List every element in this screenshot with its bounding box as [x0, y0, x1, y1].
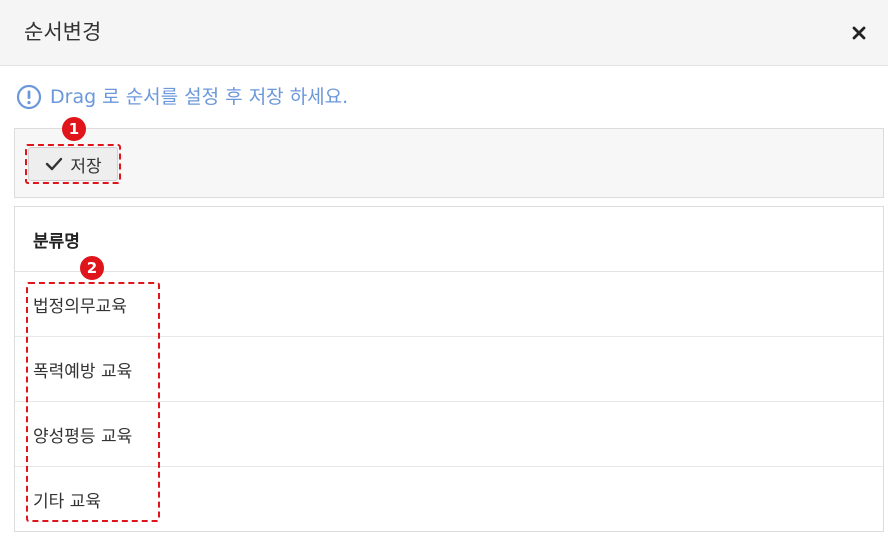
- step-marker-2: 2: [80, 256, 104, 280]
- category-name-cell: 폭력예방 교육: [33, 362, 133, 382]
- close-icon: [852, 26, 866, 40]
- grid-row[interactable]: 양성평등 교육: [15, 402, 883, 467]
- grid-row[interactable]: 폭력예방 교육: [15, 337, 883, 402]
- step-marker-1: 1: [62, 117, 86, 141]
- instruction-notice: Drag 로 순서를 설정 후 저장 하세요.: [16, 84, 348, 110]
- save-button-label: 저장: [70, 156, 102, 177]
- column-header-category-name: 분류명: [33, 232, 80, 252]
- instruction-text: Drag 로 순서를 설정 후 저장 하세요.: [50, 86, 349, 108]
- exclamation-circle-icon: [16, 84, 42, 110]
- save-button[interactable]: 저장: [28, 147, 118, 181]
- toolbar: [14, 128, 884, 198]
- order-change-dialog: 순서변경 Drag 로 순서를 설정 후 저장 하세요. 저장 1 분류명 법정…: [0, 0, 888, 536]
- category-name-cell: 기타 교육: [33, 492, 101, 512]
- close-button[interactable]: [846, 20, 872, 46]
- category-name-cell: 법정의무교육: [33, 297, 127, 317]
- check-icon: [46, 157, 63, 171]
- grid-row[interactable]: 기타 교육: [15, 467, 883, 532]
- dialog-header: 순서변경: [0, 0, 888, 66]
- category-name-cell: 양성평등 교육: [33, 427, 133, 447]
- grid-header: 분류명: [15, 207, 883, 272]
- category-grid: 분류명 법정의무교육 폭력예방 교육 양성평등 교육 기타 교육: [14, 206, 884, 532]
- dialog-title: 순서변경: [24, 20, 102, 44]
- grid-row[interactable]: 법정의무교육: [15, 272, 883, 337]
